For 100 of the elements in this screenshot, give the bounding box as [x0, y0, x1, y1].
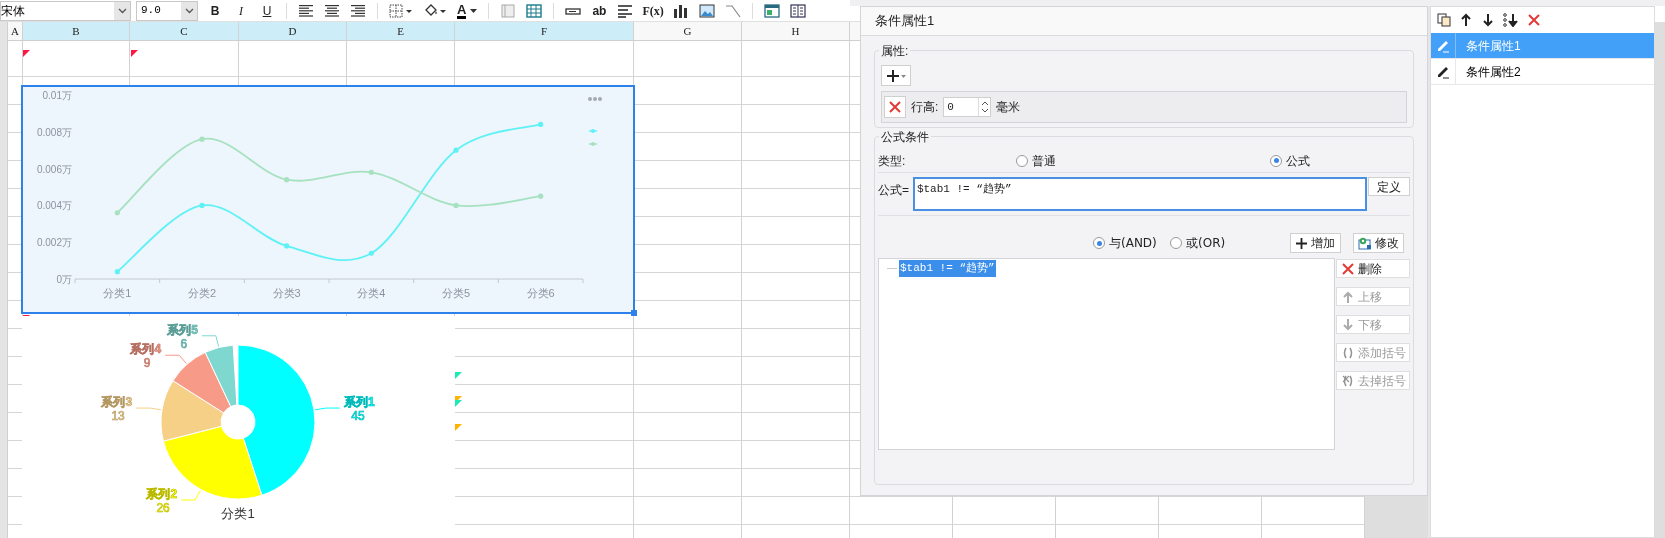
axis-tick-label: 0万	[56, 274, 72, 285]
data-point	[538, 193, 544, 199]
copy-icon	[1437, 13, 1451, 27]
column-header[interactable]: H	[742, 22, 849, 41]
axis-tick-label: 0.004万	[36, 200, 72, 212]
column-header[interactable]: E	[347, 22, 454, 41]
list-item[interactable]: 条件属性2	[1431, 59, 1654, 85]
axis-tick-label: 分类6	[526, 287, 555, 299]
font-size-field[interactable]: 9.0	[136, 0, 198, 21]
data-value: 13	[111, 409, 125, 424]
layout-icon	[763, 3, 780, 18]
font-name: 宋体	[1, 2, 26, 20]
column-header[interactable]: C	[130, 22, 238, 41]
move-to-bottom-icon	[1503, 13, 1519, 27]
side-button[interactable]: 删除	[1336, 259, 1410, 278]
axis-tick-label: 0.008万	[36, 126, 72, 138]
data-label: 系列1	[343, 395, 375, 410]
axis-tick-label: 0.006万	[36, 163, 72, 175]
cell-marker-icon	[455, 372, 462, 379]
legend-marker-icon	[588, 129, 598, 133]
field-label: 类型:	[878, 152, 907, 170]
data-value: 45	[351, 409, 365, 424]
add-menu-button[interactable]	[881, 65, 911, 86]
unit-label: 毫米	[996, 99, 1021, 116]
chevron-icon	[117, 7, 127, 14]
category-label: 分类1	[221, 506, 255, 521]
toolbar-button[interactable]: B	[204, 0, 226, 21]
add-button[interactable]: 增加	[1290, 233, 1341, 253]
axis-tick-label: 0.002万	[36, 237, 72, 249]
arrow-down-icon	[1342, 318, 1354, 331]
pencil-icon	[1436, 64, 1450, 79]
formula-field[interactable]: $tab1 != “趋势”	[912, 177, 1368, 211]
radio-button[interactable]: 公式	[1270, 151, 1310, 170]
align-center-icon	[324, 3, 340, 18]
toolbar-button[interactable]: U	[256, 0, 278, 21]
data-point	[538, 121, 544, 128]
close-icon	[889, 101, 901, 113]
close-icon	[1527, 13, 1541, 27]
column-header[interactable]: D	[239, 22, 346, 41]
radio-button[interactable]: 普通	[1016, 151, 1056, 170]
resize-handle[interactable]	[631, 310, 637, 316]
spinner-arrows-icon	[980, 100, 989, 114]
paint-bucket-icon	[423, 3, 447, 18]
close-icon	[1342, 262, 1354, 275]
data-label: 系列3	[101, 395, 133, 410]
image-icon	[698, 3, 715, 18]
radio-circle[interactable]	[1093, 237, 1105, 249]
font-color-button[interactable]: A	[454, 0, 481, 21]
axis-tick-label: 分类1	[103, 287, 132, 299]
column-header[interactable]: B	[23, 22, 129, 41]
data-point	[114, 210, 120, 216]
leader-line	[201, 335, 220, 347]
data-value: 6	[180, 336, 188, 351]
data-point	[199, 136, 205, 142]
radio-button[interactable]: 或(OR)	[1170, 234, 1226, 252]
field-label: 公式=	[878, 182, 910, 199]
cell-marker-icon	[23, 50, 30, 57]
slash-icon	[724, 3, 741, 18]
column-header[interactable]: A	[8, 22, 22, 41]
data-point	[199, 202, 205, 208]
field-label: 行高:	[911, 99, 939, 116]
dropdown-button[interactable]	[181, 1, 197, 20]
dialog-title: 条件属性1	[875, 12, 935, 31]
toolbar-button[interactable]	[1503, 10, 1519, 30]
column-header[interactable]: G	[634, 22, 741, 41]
data-label: 系列4	[130, 342, 162, 357]
plus-icon	[1296, 237, 1307, 249]
leader-line	[135, 407, 162, 411]
delete-button[interactable]	[884, 96, 906, 118]
bar-chart-icon	[672, 3, 689, 18]
data-point	[453, 202, 459, 208]
axis-tick-label: 分类4	[357, 287, 386, 299]
modify-button[interactable]: 修改	[1353, 233, 1404, 253]
arrow-up-icon	[1342, 290, 1354, 303]
table-icon	[526, 3, 543, 18]
font-color-letter: A	[457, 2, 467, 19]
paragraph-icon	[617, 3, 634, 18]
gear-icon	[1358, 236, 1372, 250]
column-header[interactable]: F	[455, 22, 633, 41]
dropdown-button[interactable]	[114, 1, 130, 20]
leader-line	[180, 489, 201, 501]
data-point	[114, 269, 120, 275]
data-label: 系列5	[167, 322, 198, 337]
axis-tick-label: 分类5	[441, 287, 471, 299]
axis-tick-label: 分类3	[272, 287, 301, 299]
spinner-button[interactable]	[978, 98, 991, 116]
number-field[interactable]: 0	[943, 97, 992, 117]
group-title: 公式条件	[879, 128, 931, 146]
font-size: 9.0	[140, 3, 162, 19]
define-button[interactable]: 定义	[1368, 177, 1410, 196]
toolbar-button[interactable]: I	[230, 0, 252, 21]
align-left-icon	[298, 3, 314, 18]
font-field[interactable]: 宋体	[0, 0, 131, 21]
legend-marker-icon	[588, 142, 598, 146]
toolbar-button[interactable]: F(x)	[640, 0, 666, 21]
toolbar-button[interactable]: ab	[588, 0, 611, 21]
arrow-up-icon	[1459, 13, 1473, 27]
radio-button[interactable]: 与(AND)	[1093, 234, 1157, 252]
leader-line	[164, 354, 187, 364]
panel-icon	[500, 3, 517, 18]
